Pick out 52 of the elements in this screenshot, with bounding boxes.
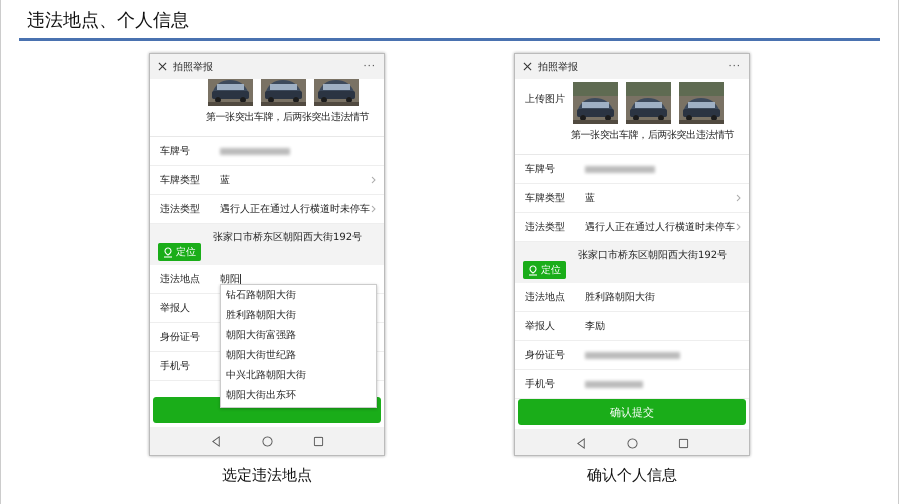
field-label: 违法类型 [160,202,201,216]
field-label: 身份证号 [525,349,566,362]
field-label: 车牌类型 [525,192,566,205]
close-icon[interactable] [158,62,167,71]
blurred-value [585,380,643,388]
more-menu[interactable]: ··· [728,61,741,72]
field-label: 车牌类型 [160,174,201,187]
blurred-value [220,148,290,154]
field-value[interactable]: 遇行人正在通过人行横道时未停车 [585,220,736,234]
field-label: 车牌号 [525,162,556,176]
input-field[interactable]: 朝阳 [220,272,376,286]
suggestion-item[interactable]: 中兴北路朝阳大街 [221,366,376,386]
screen-title: 拍照举报 [173,60,214,74]
recents-icon[interactable] [312,436,324,446]
field-value[interactable]: 李励 [585,319,741,333]
field-label: 手机号 [160,360,191,373]
field-value[interactable]: 蓝 [220,173,371,187]
suggestion-item[interactable]: 朝阳大街出东环 [221,386,376,406]
field-label: 举报人 [160,302,191,315]
blurred-value [585,166,655,172]
field-label: 车牌号 [160,144,191,158]
field-label: 举报人 [525,320,556,333]
suggestion-item[interactable]: 朝阳大街富强路 [221,326,376,346]
close-icon[interactable] [523,62,532,71]
more-menu[interactable]: ··· [363,61,376,72]
address-text: 张家口市桥东区朝阳西大街192号 [578,248,728,263]
photo-hint: 第一张突出车牌，后两张突出违法情节 [206,110,370,124]
screen-caption: 选定违法地点 [222,466,312,485]
field-label: 违法类型 [525,220,566,234]
screen-caption: 确认个人信息 [587,466,677,485]
location-pin-icon [528,264,538,276]
field-value[interactable]: 蓝 [585,191,736,205]
field-value[interactable]: 遇行人正在通过人行横道时未停车 [220,202,371,216]
location-pin-icon [163,246,173,258]
address-text: 张家口市桥东区朝阳西大街192号 [213,230,362,245]
field-label: 身份证号 [160,331,201,344]
field-label: 手机号 [525,378,556,391]
slide-title: 违法地点、个人信息 [26,9,190,33]
home-icon[interactable] [626,438,638,448]
recents-icon[interactable] [678,438,688,448]
suggestion-item[interactable]: 胜利路朝阳大街 [221,306,376,326]
home-icon[interactable] [262,436,272,446]
field-label: 违法地点 [160,272,201,286]
suggestion-item[interactable]: 朝阳大街世纪路 [221,346,376,366]
back-icon[interactable] [210,436,222,446]
field-label: 违法地点 [525,290,566,304]
photo-hint: 第一张突出车牌，后两张突出违法情节 [571,128,736,142]
screen-title: 拍照举报 [538,60,579,74]
back-icon[interactable] [576,438,586,448]
suggestion-item[interactable]: 钻石路朝阳大街 [221,286,376,306]
field-value[interactable]: 胜利路朝阳大街 [585,290,741,304]
field-label: 上传图片 [525,92,566,107]
